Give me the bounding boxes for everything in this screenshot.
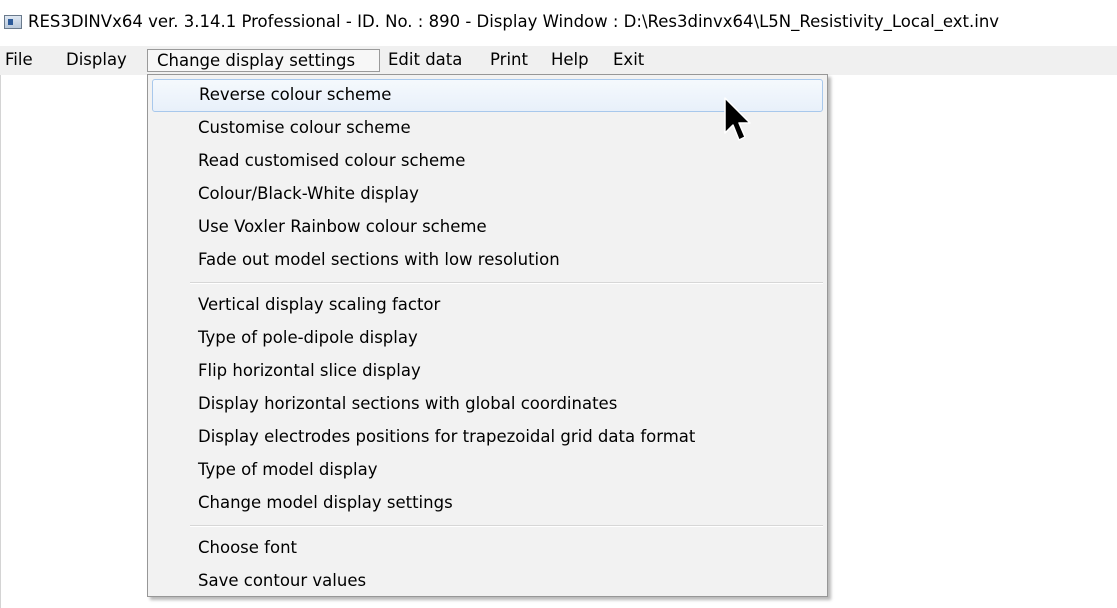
- mouse-pointer-arrow-icon: [724, 97, 751, 141]
- menu-item-choose-font[interactable]: Choose font: [152, 532, 823, 565]
- menu-item-display-horizontal-sections-global-coordinates[interactable]: Display horizontal sections with global …: [152, 388, 823, 421]
- menu-item-display-electrodes-positions-trapezoidal[interactable]: Display electrodes positions for trapezo…: [152, 421, 823, 454]
- menu-item-use-voxler-rainbow-colour-scheme[interactable]: Use Voxler Rainbow colour scheme: [152, 211, 823, 244]
- menu-item-colour-black-white-display[interactable]: Colour/Black-White display: [152, 178, 823, 211]
- menu-bar: File Display Change display settings Edi…: [0, 46, 1117, 75]
- change-display-settings-menu: Reverse colour scheme Customise colour s…: [147, 74, 828, 597]
- menu-item-save-contour-values[interactable]: Save contour values: [152, 565, 823, 593]
- menu-print[interactable]: Print: [490, 49, 540, 72]
- menu-item-change-model-display-settings[interactable]: Change model display settings: [152, 487, 823, 520]
- menu-help[interactable]: Help: [551, 49, 596, 72]
- menu-item-vertical-display-scaling-factor[interactable]: Vertical display scaling factor: [152, 289, 823, 322]
- menu-exit[interactable]: Exit: [613, 49, 653, 72]
- menu-change-display-settings[interactable]: Change display settings: [147, 49, 380, 72]
- menu-file[interactable]: File: [5, 49, 41, 72]
- menu-edit-data[interactable]: Edit data: [388, 49, 483, 72]
- menu-display[interactable]: Display: [44, 49, 144, 72]
- menu-item-flip-horizontal-slice-display[interactable]: Flip horizontal slice display: [152, 355, 823, 388]
- window-title: RES3DINVx64 ver. 3.14.1 Professional - I…: [28, 12, 1000, 31]
- menu-item-type-of-model-display[interactable]: Type of model display: [152, 454, 823, 487]
- menu-item-fade-out-low-resolution[interactable]: Fade out model sections with low resolut…: [152, 244, 823, 277]
- menu-separator: [190, 282, 823, 284]
- application-window-icon[interactable]: [4, 15, 22, 29]
- window-left-border: [0, 75, 1, 608]
- menu-separator: [190, 525, 823, 527]
- title-bar: RES3DINVx64 ver. 3.14.1 Professional - I…: [0, 0, 1117, 46]
- menu-item-type-of-pole-dipole-display[interactable]: Type of pole-dipole display: [152, 322, 823, 355]
